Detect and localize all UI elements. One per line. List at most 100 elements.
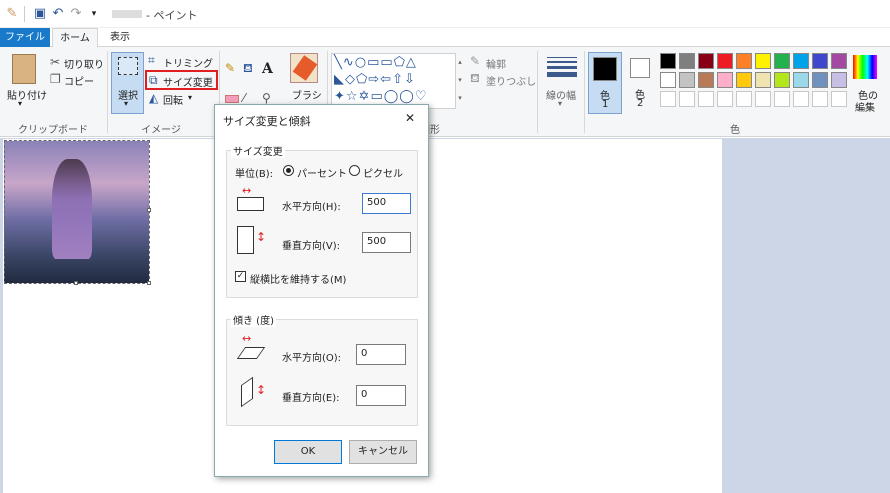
pencil-icon[interactable]: ✎ [225,61,235,75]
skew-horizontal-input[interactable]: 0 [356,344,406,365]
color-palette [660,53,850,109]
outline-icon: ✎ [470,54,481,68]
palette-swatch[interactable] [660,53,676,69]
resize-skew-dialog: サイズ変更と傾斜 ✕ サイズ変更 単位(B): パーセント ピクセル ↔ 水平方… [214,104,429,477]
title-bar: ✎ ▣ ↶ ↷ ▾ - ペイント [0,0,890,28]
color2-button[interactable]: 色 2 [625,52,657,114]
custom-color-swatch[interactable] [736,91,752,107]
outline-dropdown[interactable]: 輪郭 [486,56,506,71]
custom-color-swatch[interactable] [812,91,828,107]
vertical-skew-arrow-icon: ↕ [256,383,267,397]
tab-view[interactable]: 表示 [100,28,140,47]
fill-bucket-icon[interactable]: ⛾ [243,61,253,75]
close-icon[interactable]: ✕ [405,111,415,125]
palette-swatch[interactable] [755,53,771,69]
vertical-arrow-icon: ↕ [256,230,267,244]
palette-swatch[interactable] [793,53,809,69]
palette-swatch[interactable] [736,53,752,69]
rotate-dropdown-icon[interactable]: ▾ [188,93,192,102]
resize-handle-bottom[interactable] [74,281,78,285]
palette-swatch[interactable] [679,53,695,69]
edit-colors-label-2[interactable]: 編集 [855,99,875,114]
palette-swatch[interactable] [717,53,733,69]
eraser-icon[interactable] [225,95,239,103]
resize-handle-corner[interactable] [147,281,151,285]
horizontal-arrow-icon: ↔ [242,184,252,197]
window-title: - ペイント [146,9,198,22]
skew-vertical-input[interactable]: 0 [356,385,406,406]
percent-label[interactable]: パーセント [297,165,347,180]
palette-swatch[interactable] [755,72,771,88]
vertical-input[interactable]: 500 [362,232,411,253]
custom-color-swatch[interactable] [679,91,695,107]
select-button[interactable]: 選択 ▾ [111,52,144,114]
cancel-button[interactable]: キャンセル [349,440,417,464]
paste-icon[interactable] [12,54,36,84]
color-picker-icon[interactable]: ⁄ [243,91,245,105]
crop-button[interactable]: トリミング [163,55,213,70]
shapes-scroll[interactable]: ▴ ▾ ▾ [456,53,464,109]
brush-icon [290,53,318,83]
palette-swatch[interactable] [831,53,847,69]
color2-number: 2 [637,98,644,109]
palette-swatch[interactable] [698,53,714,69]
color2-swatch [630,58,650,78]
palette-swatch[interactable] [793,72,809,88]
custom-color-swatch[interactable] [774,91,790,107]
undo-icon[interactable]: ↶ [50,6,66,22]
palette-swatch[interactable] [679,72,695,88]
paste-button[interactable]: 貼り付け [7,87,47,102]
shapes-gallery[interactable]: ╲∿○▭▭⬠△ ◣◇⬠⇨⇦⇧⇩ ✦☆✡▭◯◯♡ [331,53,456,109]
ribbon: 貼り付け ▾ ✂ 切り取り ❐ コピー クリップボード 選択 ▾ ⌗ トリミング… [0,47,890,137]
color1-button[interactable]: 色 1 [588,52,622,114]
pixel-radio[interactable] [349,165,360,176]
tab-home[interactable]: ホーム [52,28,98,48]
cut-button[interactable]: 切り取り [64,56,104,71]
brush-button[interactable]: ブラシ [292,87,322,102]
brush-tip [292,55,318,81]
custom-color-swatch[interactable] [831,91,847,107]
palette-swatch[interactable] [812,53,828,69]
custom-color-swatch[interactable] [755,91,771,107]
custom-color-swatch[interactable] [660,91,676,107]
text-tool-icon[interactable]: A [262,61,273,77]
color1-number: 1 [602,99,609,110]
percent-radio[interactable] [283,165,294,176]
rotate-button[interactable]: 回転 [163,92,183,107]
keep-ratio-label[interactable]: 縦横比を維持する(M) [250,271,346,286]
colors-group-label: 色 [730,125,740,136]
palette-swatch[interactable] [717,72,733,88]
keep-ratio-checkbox[interactable]: ✓ [235,271,246,282]
select-icon [118,57,138,75]
palette-swatch[interactable] [774,53,790,69]
skew-section [226,319,418,426]
pixel-label[interactable]: ピクセル [363,165,403,180]
palette-swatch[interactable] [660,72,676,88]
horizontal-skew-arrow-icon: ↔ [242,332,252,345]
dialog-title: サイズ変更と傾斜 [223,115,311,128]
ok-button[interactable]: OK [274,440,342,464]
divider [537,51,538,133]
tab-file[interactable]: ファイル [0,28,50,47]
custom-color-swatch[interactable] [698,91,714,107]
copy-button[interactable]: コピー [64,73,94,88]
save-icon[interactable]: ▣ [32,6,48,22]
palette-swatch[interactable] [812,72,828,88]
palette-swatch[interactable] [831,72,847,88]
resize-button[interactable]: サイズ変更 [163,74,213,89]
custom-color-swatch[interactable] [717,91,733,107]
resize-icon: ⧉ [149,73,158,87]
horizontal-input[interactable]: 500 [362,193,411,214]
paste-dropdown-icon[interactable]: ▾ [18,99,22,108]
rotate-icon: ◭ [149,91,159,105]
customize-toolbar-icon[interactable]: ▾ [86,6,102,22]
palette-swatch[interactable] [698,72,714,88]
custom-color-swatch[interactable] [793,91,809,107]
fill-dropdown[interactable]: 塗りつぶし [486,73,536,88]
line-width-dropdown-icon[interactable]: ▾ [558,99,562,108]
palette-swatch[interactable] [774,72,790,88]
palette-swatch[interactable] [736,72,752,88]
resize-handle-right[interactable] [147,208,151,212]
magnifier-icon[interactable]: ⚲ [262,91,271,105]
redo-icon[interactable]: ↷ [68,6,84,22]
